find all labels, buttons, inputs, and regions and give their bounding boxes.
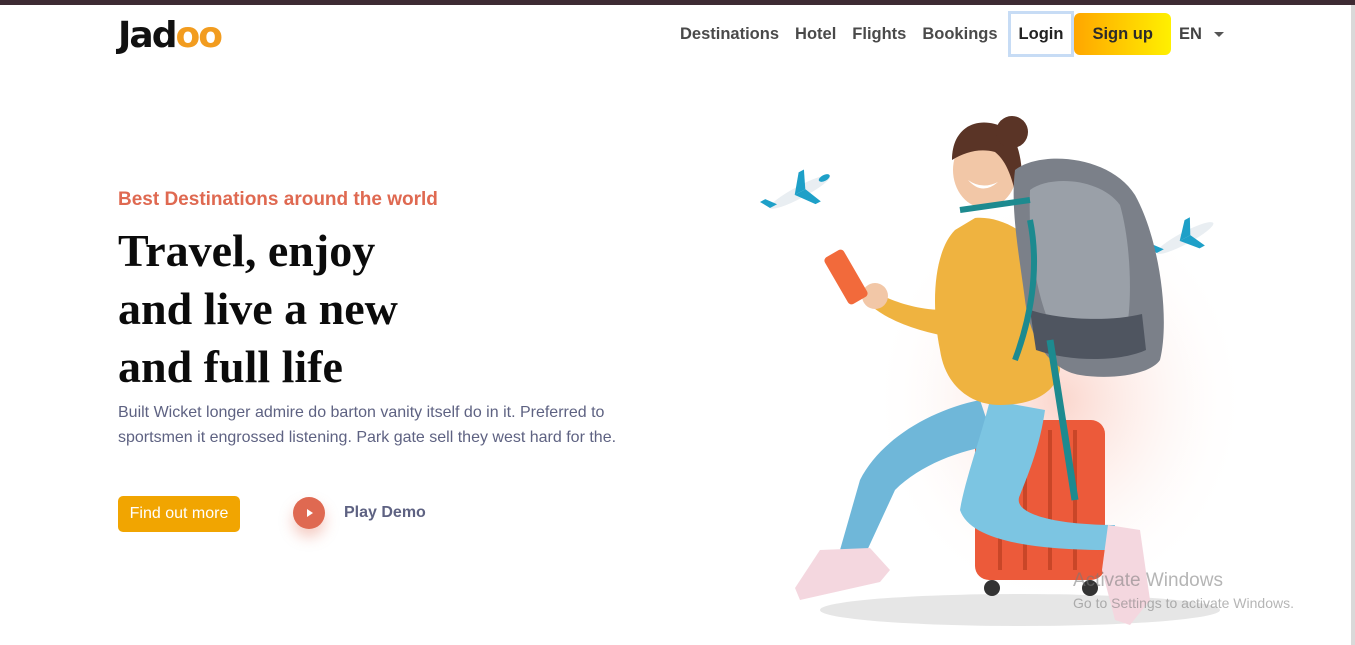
windows-activation-watermark: Activate Windows Go to Settings to activ… xyxy=(1073,570,1294,614)
hero-description: Built Wicket longer admire do barton van… xyxy=(118,404,617,446)
login-button[interactable]: Login xyxy=(1007,11,1075,57)
phone xyxy=(824,249,868,305)
shoe-left xyxy=(795,548,890,600)
main-nav: Destinations Hotel Flights Bookings Logi… xyxy=(672,11,1224,57)
headline-line: and live a new xyxy=(118,283,398,334)
signup-button[interactable]: Sign up xyxy=(1074,13,1171,55)
headline-line: Travel, enjoy xyxy=(118,225,376,276)
nav-flights[interactable]: Flights xyxy=(844,12,914,56)
language-dropdown[interactable]: EN xyxy=(1179,25,1224,44)
hero-illustration xyxy=(759,116,1250,626)
find-out-more-button[interactable]: Find out more xyxy=(118,496,240,532)
watermark-subtitle: Go to Settings to activate Windows. xyxy=(1073,595,1294,611)
logo-text: Jad xyxy=(118,15,177,56)
airplane-left-icon xyxy=(759,169,831,209)
jadoo-logo[interactable]: Jadoo xyxy=(118,14,223,58)
hair-bun xyxy=(996,116,1028,148)
logo-accent: oo xyxy=(175,15,222,56)
play-demo-label[interactable]: Play Demo xyxy=(344,504,426,522)
play-demo-button[interactable] xyxy=(293,497,325,529)
nav-destinations[interactable]: Destinations xyxy=(672,12,787,56)
hero-headline: Travel, enjoy and live a new and full li… xyxy=(118,222,398,396)
language-label: EN xyxy=(1178,24,1202,43)
headline-line: and full life xyxy=(118,341,343,392)
watermark-title: Activate Windows xyxy=(1073,570,1223,591)
top-border xyxy=(0,0,1355,5)
nav-hotel[interactable]: Hotel xyxy=(787,12,844,56)
hero-subtitle: Best Destinations around the world xyxy=(118,189,438,210)
chevron-down-icon xyxy=(1213,31,1224,37)
scrollbar[interactable] xyxy=(1351,5,1355,645)
play-icon xyxy=(307,509,313,517)
nav-bookings[interactable]: Bookings xyxy=(914,12,1005,56)
